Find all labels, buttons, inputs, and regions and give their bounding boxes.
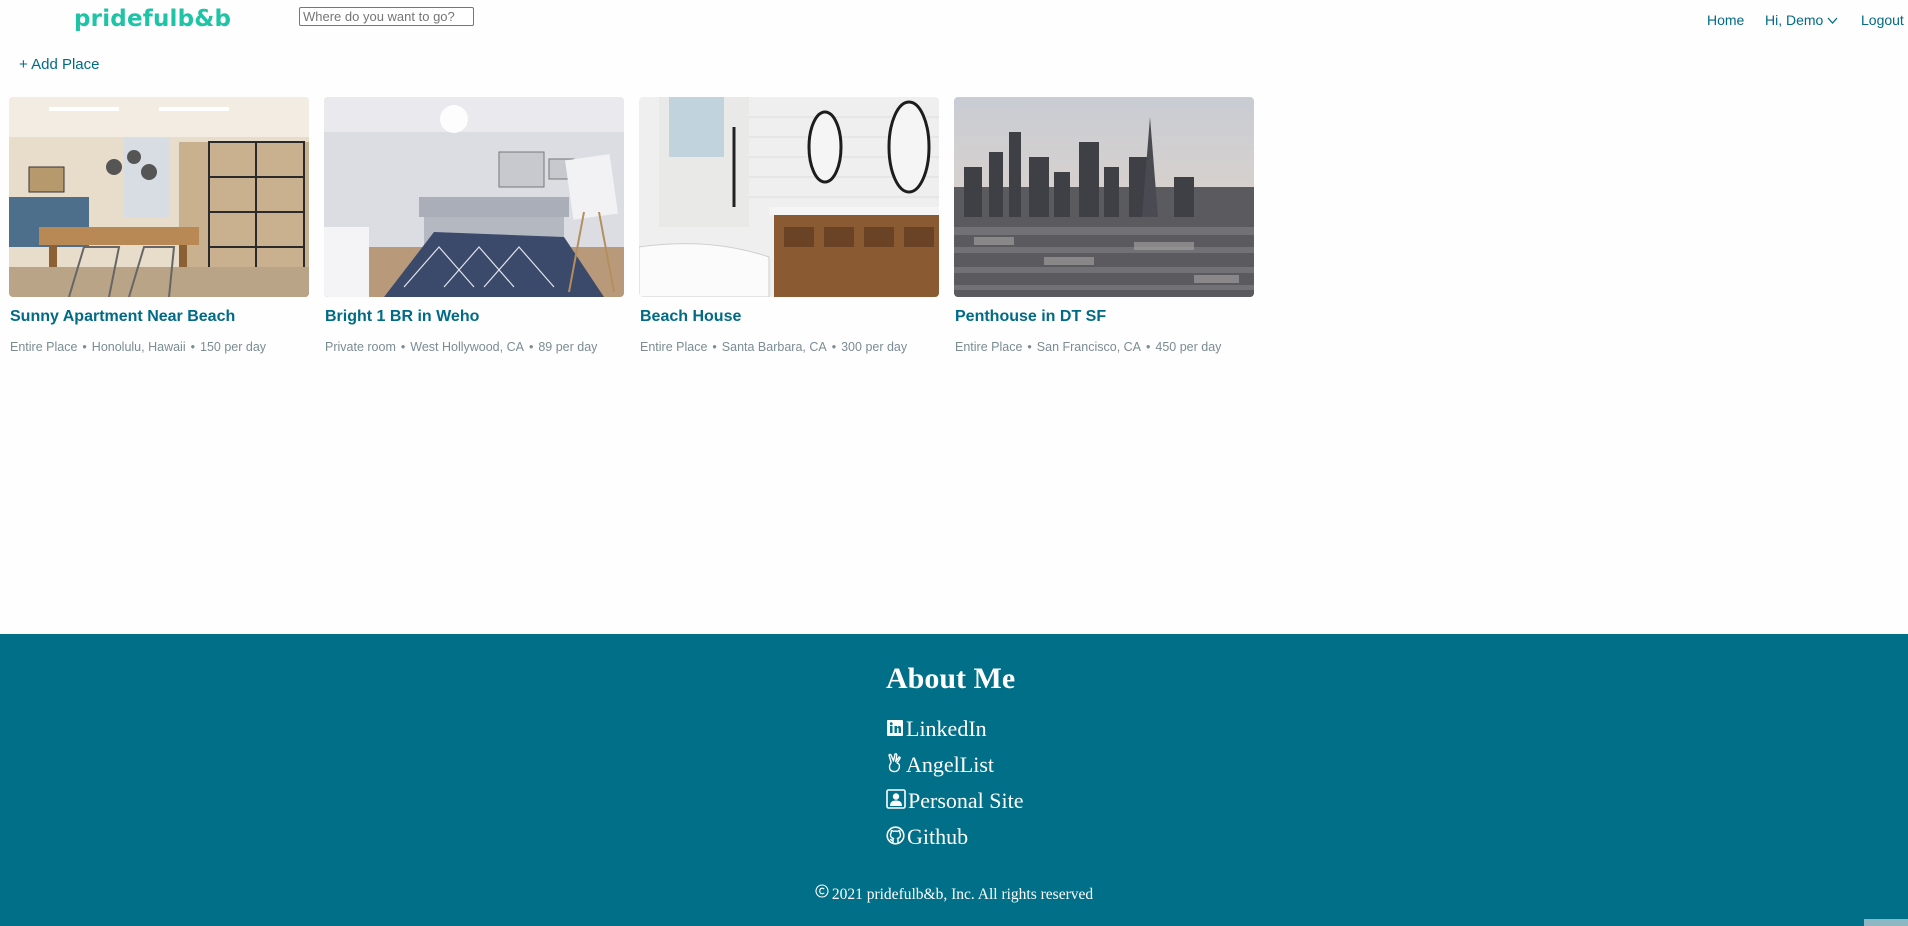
listing-meta: Entire Place • Honolulu, Hawaii • 150 per da… [10, 340, 266, 354]
angellist-label: AngelList [906, 752, 994, 777]
search-input[interactable] [299, 7, 474, 26]
listing-meta: Entire Place • San Francisco, CA • 450 per d… [955, 340, 1221, 354]
linkedin-icon [887, 720, 903, 736]
listing-photo[interactable] [324, 97, 624, 297]
add-place-link[interactable]: + Add Place [19, 56, 99, 73]
nav-home-link[interactable]: Home [1707, 12, 1744, 28]
listing-photo[interactable] [639, 97, 939, 297]
github-link[interactable]: Github [886, 824, 968, 850]
site-logo[interactable]: pridefulb&b [74, 6, 231, 32]
linkedin-label: LinkedIn [906, 716, 987, 741]
listing-location: Honolulu, Hawaii [91, 340, 186, 354]
github-label: Github [907, 824, 969, 849]
listing-card[interactable]: Bright 1 BR in Weho Private room • West Ho… [324, 97, 624, 354]
separator-dot: • [712, 340, 717, 354]
listing-title[interactable]: Bright 1 BR in Weho [325, 308, 479, 326]
listing-type: Private room [325, 340, 396, 354]
listing-price: 150 per day [200, 340, 267, 354]
listing-price: 450 per day [1155, 340, 1222, 354]
about-heading: About Me [886, 662, 1016, 695]
listing-location: Santa Barbara, CA [721, 340, 827, 354]
angellist-icon [888, 753, 901, 773]
listing-card[interactable]: Beach House Entire Place • Santa Barbara, … [639, 97, 939, 354]
listing-meta: Private room • West Hollywood, CA • 89 per d… [325, 340, 597, 354]
separator-dot: • [400, 340, 406, 354]
user-menu[interactable]: Hi, Demo [1765, 12, 1838, 28]
listing-photo[interactable] [9, 97, 309, 297]
copyright-icon [815, 884, 829, 898]
listing-type: Entire Place [955, 340, 1023, 354]
listing-title[interactable]: Penthouse in DT SF [955, 308, 1106, 326]
listing-location: San Francisco, CA [1036, 340, 1142, 354]
listing-price: 89 per day [538, 340, 598, 354]
listing-location: West Hollywood, CA [410, 340, 524, 354]
personal-site-icon [886, 789, 906, 809]
personal-site-link[interactable]: Personal Site [886, 788, 1024, 814]
top-nav: pridefulb&b Home Hi, Demo Logout [0, 0, 1908, 44]
chevron-down-icon [1827, 17, 1838, 24]
user-greeting: Hi, Demo [1765, 12, 1824, 28]
listing-title[interactable]: Sunny Apartment Near Beach [10, 308, 235, 326]
listing-type: Entire Place [10, 340, 78, 354]
separator-dot: • [190, 340, 195, 354]
separator-dot: • [831, 340, 837, 354]
angellist-link[interactable]: AngelList [886, 752, 994, 778]
personal-site-label: Personal Site [908, 788, 1024, 813]
logout-link[interactable]: Logout [1861, 12, 1904, 28]
separator-dot: • [528, 340, 534, 354]
listing-card[interactable]: Sunny Apartment Near Beach Entire Place •… [9, 97, 309, 354]
separator-dot: • [1027, 340, 1032, 354]
separator-dot: • [1146, 340, 1151, 354]
github-icon [886, 826, 905, 845]
separator-dot: • [82, 340, 87, 354]
listing-type: Entire Place [640, 340, 708, 354]
linkedin-link[interactable]: LinkedIn [886, 716, 987, 742]
listing-meta: Entire Place • Santa Barbara, CA • 300 per d… [640, 340, 907, 354]
footer: About Me LinkedIn AngelList Personal Sit… [0, 634, 1908, 926]
listing-title[interactable]: Beach House [640, 308, 741, 326]
listing-card[interactable]: Penthouse in DT SF Entire Place • San Fran… [954, 97, 1254, 354]
copyright-label: 2021 pridefulb&b, Inc. All rights reserv… [831, 886, 1094, 903]
copyright-text: 2021 pridefulb&b, Inc. All rights reserv… [0, 884, 1908, 904]
listing-photo[interactable] [954, 97, 1254, 297]
listing-price: 300 per day [841, 340, 908, 354]
scroll-to-top-tab[interactable] [1864, 919, 1908, 926]
